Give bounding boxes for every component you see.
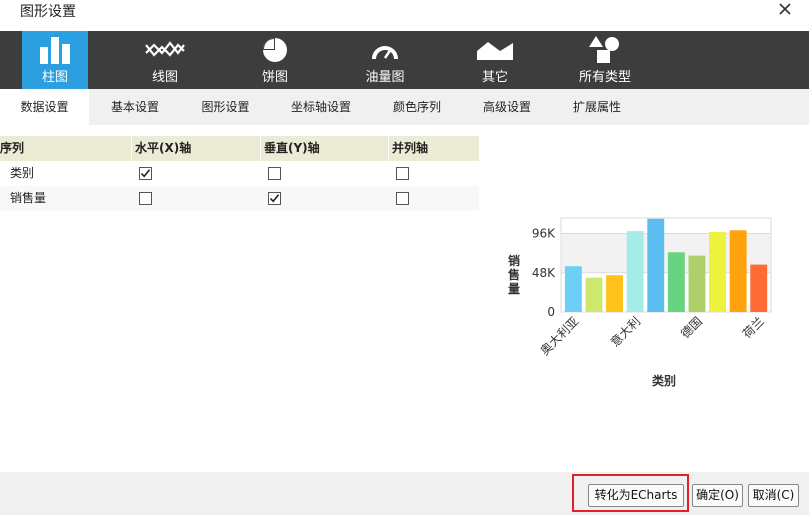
- gauge-chart-icon: [352, 36, 418, 64]
- tab-extended-properties[interactable]: 扩展属性: [552, 89, 642, 125]
- header-divider: [131, 136, 132, 161]
- chart-preview: 0 48K 96K 奥大利亚 意大利 德国 荷兰 销售量 类别: [495, 210, 795, 400]
- x-tick-label: 意大利: [607, 314, 643, 350]
- line-chart-icon: [132, 36, 198, 64]
- chart-type-other[interactable]: 其它: [462, 31, 528, 89]
- series-name: 销售量: [10, 191, 47, 205]
- chart-type-bar: 柱图 线图 饼图 油量图 其它 所有类型: [0, 31, 809, 89]
- header-series: 序列: [0, 141, 25, 155]
- chart-type-label: 所有类型: [578, 70, 631, 85]
- close-icon[interactable]: [777, 0, 793, 18]
- header-y-axis: 垂直(Y)轴: [264, 141, 320, 155]
- bar: [564, 266, 582, 312]
- area-chart-icon: [462, 36, 528, 64]
- chart-type-label: 饼图: [261, 70, 288, 85]
- y-axis-checkbox[interactable]: [268, 192, 281, 205]
- bar: [606, 275, 623, 312]
- bar-chart-icon: [22, 36, 88, 64]
- convert-echarts-button[interactable]: 转化为ECharts: [588, 484, 684, 507]
- tab-data-settings[interactable]: 数据设置: [0, 89, 89, 125]
- parallel-axis-checkbox[interactable]: [396, 192, 409, 205]
- ok-button[interactable]: 确定(O): [692, 484, 743, 507]
- settings-tab-bar: 数据设置 基本设置 图形设置 坐标轴设置 颜色序列 高级设置 扩展属性: [0, 89, 809, 125]
- chart-type-line-chart[interactable]: 线图: [132, 31, 198, 89]
- parallel-axis-checkbox[interactable]: [396, 167, 409, 180]
- bar: [688, 255, 706, 312]
- dialog-title: 图形设置: [20, 4, 76, 20]
- x-tick-label: 奥大利亚: [538, 314, 582, 358]
- tab-basic-settings[interactable]: 基本设置: [89, 89, 181, 125]
- header-divider: [260, 136, 261, 161]
- dialog-footer: 转化为ECharts 确定(O) 取消(C): [0, 472, 809, 515]
- x-axis-label: 类别: [652, 373, 676, 388]
- chart-type-all[interactable]: 所有类型: [572, 31, 638, 89]
- bar: [585, 277, 603, 312]
- chart-type-label: 其它: [481, 70, 508, 85]
- tab-graphic-settings[interactable]: 图形设置: [181, 89, 270, 125]
- chart-preview-svg: 0 48K 96K 奥大利亚 意大利 德国 荷兰 销售量 类别: [508, 217, 772, 388]
- chart-type-gauge-chart[interactable]: 油量图: [352, 31, 418, 89]
- tab-color-series[interactable]: 颜色序列: [372, 89, 462, 125]
- bar: [729, 230, 747, 312]
- chart-type-label: 线图: [151, 70, 178, 85]
- tab-axis-settings[interactable]: 坐标轴设置: [270, 89, 372, 125]
- y-tick-label: 96K: [532, 227, 556, 241]
- bar: [709, 231, 726, 312]
- chart-settings-dialog: 图形设置 柱图 线图 饼图 油量图 其它 所有类型 数据设置 基本设置 图形设置…: [0, 0, 809, 515]
- y-axis-checkbox[interactable]: [268, 167, 281, 180]
- bar: [750, 264, 768, 312]
- title-bar: 图形设置: [0, 0, 809, 31]
- header-parallel-axis: 并列轴: [392, 141, 429, 155]
- bar: [667, 252, 685, 312]
- bar: [647, 218, 665, 312]
- cancel-button[interactable]: 取消(C): [748, 484, 799, 507]
- chart-type-label: 油量图: [365, 70, 405, 85]
- x-axis-checkbox[interactable]: [139, 192, 152, 205]
- y-axis-label: 销售量: [508, 253, 520, 296]
- x-tick-label: 德国: [677, 314, 705, 342]
- header-x-axis: 水平(X)轴: [135, 141, 192, 155]
- chart-type-label: 柱图: [41, 70, 68, 85]
- y-tick-label: 0: [547, 305, 555, 319]
- grid-header: 序列 水平(X)轴 垂直(Y)轴 并列轴: [0, 136, 479, 161]
- table-row: 销售量: [0, 186, 479, 211]
- x-tick-label: 荷兰: [740, 314, 767, 341]
- header-divider: [388, 136, 389, 161]
- x-axis-checkbox[interactable]: [139, 167, 152, 180]
- pie-chart-icon: [242, 36, 308, 64]
- table-row: 类别: [0, 161, 479, 186]
- bar: [626, 231, 644, 312]
- all-types-icon: [572, 36, 638, 64]
- chart-type-bar-chart[interactable]: 柱图: [22, 31, 88, 89]
- chart-type-pie-chart[interactable]: 饼图: [242, 31, 308, 89]
- y-tick-label: 48K: [532, 266, 556, 280]
- tab-advanced-settings[interactable]: 高级设置: [462, 89, 552, 125]
- series-name: 类别: [10, 166, 35, 180]
